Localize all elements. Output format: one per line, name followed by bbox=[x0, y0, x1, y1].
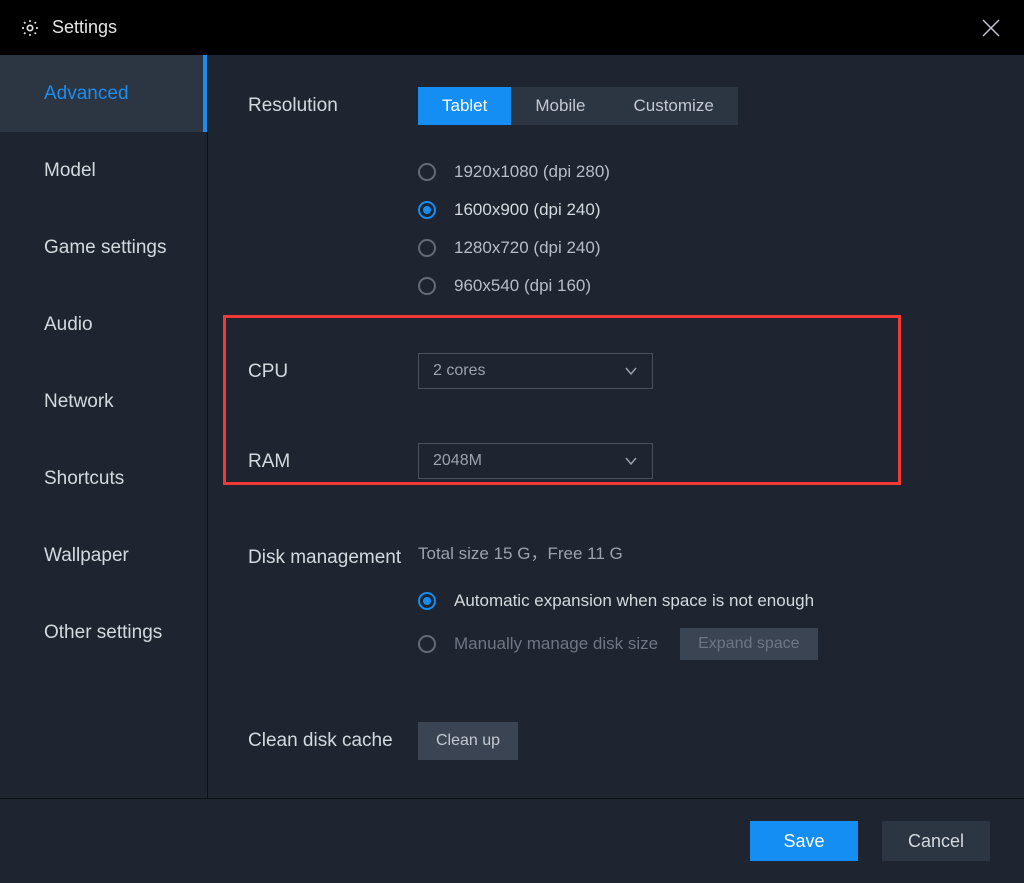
resolution-option-0[interactable]: 1920x1080 (dpi 280) bbox=[418, 153, 984, 191]
sidebar-item-advanced[interactable]: Advanced bbox=[0, 55, 207, 132]
sidebar-item-label: Other settings bbox=[44, 622, 162, 644]
resolution-option-3[interactable]: 960x540 (dpi 160) bbox=[418, 267, 984, 305]
disk-manual-label: Manually manage disk size bbox=[454, 634, 658, 654]
gear-icon bbox=[20, 18, 40, 38]
tab-tablet[interactable]: Tablet bbox=[418, 87, 511, 125]
cpu-dropdown[interactable]: 2 cores bbox=[418, 353, 653, 389]
window-title: Settings bbox=[52, 17, 117, 38]
sidebar-item-model[interactable]: Model bbox=[0, 132, 207, 209]
radio-icon bbox=[418, 635, 436, 653]
resolution-option-1[interactable]: 1600x900 (dpi 240) bbox=[418, 191, 984, 229]
sidebar-item-label: Audio bbox=[44, 314, 93, 336]
disk-auto-option[interactable]: Automatic expansion when space is not en… bbox=[418, 582, 984, 620]
resolution-tabs: Tablet Mobile Customize bbox=[418, 87, 984, 125]
disk-manual-option[interactable]: Manually manage disk size Expand space bbox=[418, 620, 984, 668]
ram-value: 2048M bbox=[433, 452, 482, 470]
tab-label: Tablet bbox=[442, 96, 487, 116]
tab-label: Customize bbox=[633, 96, 713, 116]
chevron-down-icon bbox=[624, 454, 638, 468]
disk-auto-label: Automatic expansion when space is not en… bbox=[454, 591, 814, 611]
ram-label: RAM bbox=[248, 443, 418, 475]
cancel-button[interactable]: Cancel bbox=[882, 821, 990, 861]
main-panel: Resolution Tablet Mobile Customize 1920x… bbox=[208, 55, 1024, 798]
cache-label: Clean disk cache bbox=[248, 722, 418, 754]
sidebar-item-label: Wallpaper bbox=[44, 545, 129, 567]
sidebar-item-audio[interactable]: Audio bbox=[0, 286, 207, 363]
cpu-value: 2 cores bbox=[433, 362, 485, 380]
close-icon bbox=[980, 17, 1002, 39]
cpu-label: CPU bbox=[248, 353, 418, 385]
cleanup-button[interactable]: Clean up bbox=[418, 722, 518, 760]
radio-icon bbox=[418, 277, 436, 295]
resolution-label: Resolution bbox=[248, 87, 418, 119]
expand-space-button: Expand space bbox=[680, 628, 817, 660]
close-button[interactable] bbox=[980, 17, 1002, 39]
resolution-option-2[interactable]: 1280x720 (dpi 240) bbox=[418, 229, 984, 267]
resolution-option-label: 1920x1080 (dpi 280) bbox=[454, 162, 610, 182]
sidebar-item-label: Game settings bbox=[44, 237, 167, 259]
sidebar-item-game-settings[interactable]: Game settings bbox=[0, 209, 207, 286]
tab-customize[interactable]: Customize bbox=[609, 87, 737, 125]
footer: Save Cancel bbox=[0, 798, 1024, 883]
sidebar-item-wallpaper[interactable]: Wallpaper bbox=[0, 517, 207, 594]
radio-icon bbox=[418, 592, 436, 610]
radio-icon bbox=[418, 239, 436, 257]
radio-icon bbox=[418, 201, 436, 219]
ram-dropdown[interactable]: 2048M bbox=[418, 443, 653, 479]
tab-label: Mobile bbox=[535, 96, 585, 116]
window-header: Settings bbox=[0, 0, 1024, 55]
sidebar: Advanced Model Game settings Audio Netwo… bbox=[0, 55, 208, 798]
sidebar-item-other-settings[interactable]: Other settings bbox=[0, 594, 207, 671]
chevron-down-icon bbox=[624, 364, 638, 378]
sidebar-item-label: Model bbox=[44, 160, 96, 182]
disk-status: Total size 15 G，Free 11 G bbox=[418, 539, 984, 564]
save-button[interactable]: Save bbox=[750, 821, 858, 861]
resolution-option-label: 1600x900 (dpi 240) bbox=[454, 200, 601, 220]
tab-mobile[interactable]: Mobile bbox=[511, 87, 609, 125]
sidebar-item-network[interactable]: Network bbox=[0, 363, 207, 440]
radio-icon bbox=[418, 163, 436, 181]
resolution-option-label: 960x540 (dpi 160) bbox=[454, 276, 591, 296]
sidebar-item-label: Advanced bbox=[44, 83, 129, 105]
sidebar-item-shortcuts[interactable]: Shortcuts bbox=[0, 440, 207, 517]
resolution-option-label: 1280x720 (dpi 240) bbox=[454, 238, 601, 258]
sidebar-item-label: Shortcuts bbox=[44, 468, 124, 490]
sidebar-item-label: Network bbox=[44, 391, 114, 413]
disk-label: Disk management bbox=[248, 539, 418, 571]
